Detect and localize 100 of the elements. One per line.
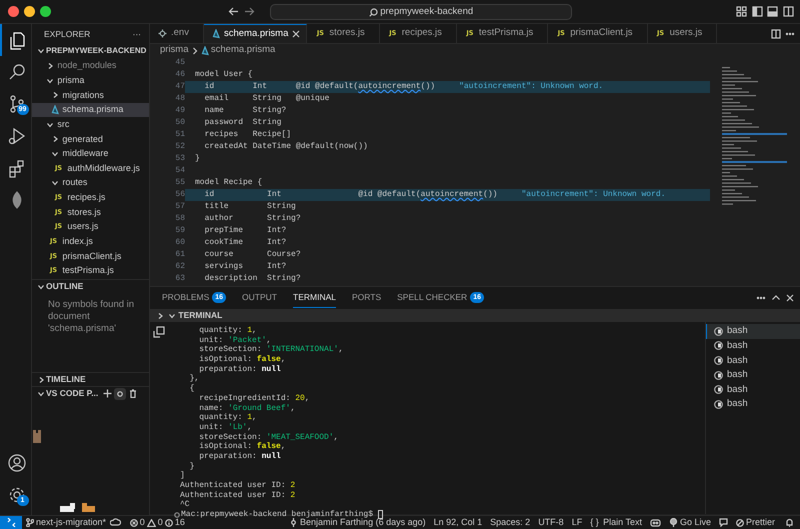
toggle-sidebar-icon[interactable]	[752, 6, 762, 17]
terminal-line: preparation: null	[198, 452, 281, 462]
code-line: model User {	[195, 70, 253, 79]
indentation-button[interactable]: Spaces: 2	[486, 516, 534, 529]
terminal-list-item[interactable]: bash	[706, 324, 800, 339]
trash-icon[interactable]	[128, 389, 137, 398]
line-number: 63	[174, 273, 185, 285]
terminal-list-item[interactable]: bash	[706, 353, 800, 368]
terminal-line: storeSection: 'MEAT_SEAFOOD',	[198, 432, 338, 442]
editor-tab[interactable]: schema.prisma	[204, 24, 308, 43]
section-header[interactable]: TIMELINE	[32, 372, 149, 386]
error-icon	[130, 518, 138, 526]
go-live-button[interactable]: Go Live	[664, 516, 715, 529]
tree-item[interactable]: generated	[32, 132, 149, 147]
account-icon[interactable]	[6, 453, 26, 473]
forward-arrow-icon[interactable]	[244, 6, 255, 17]
section-header[interactable]: VS CODE P...	[32, 386, 149, 400]
terminal-shell-icon	[714, 370, 723, 380]
line-ending-button[interactable]: LF	[568, 516, 586, 529]
terminal-list-item[interactable]: bash	[706, 382, 800, 398]
terminal-shell-icon	[714, 341, 723, 350]
branch-icon	[26, 518, 34, 527]
line-number: 46	[174, 69, 185, 81]
breadcrumb-item[interactable]: prisma	[160, 43, 189, 58]
new-terminal-icon[interactable]	[153, 326, 165, 338]
chevron-down-icon[interactable]	[37, 282, 45, 290]
chevron-down-icon[interactable]	[51, 179, 59, 188]
chevron-down-icon[interactable]	[46, 76, 54, 85]
panel-tab[interactable]: PORTS	[352, 288, 382, 308]
terminal-line: unit: 'Lb',	[198, 422, 252, 433]
chevron-right-icon[interactable]	[37, 376, 45, 384]
chevron-down-icon[interactable]	[46, 120, 54, 129]
line-number: 55	[174, 177, 185, 189]
search-field[interactable]: prepmyweek-backend	[270, 4, 572, 20]
tree-item[interactable]: schema.prisma	[32, 102, 149, 118]
terminal-list-item[interactable]: bash	[706, 338, 800, 354]
chevron-right-icon[interactable]	[46, 62, 54, 70]
code-line: cookTime Int?	[204, 238, 286, 247]
project-header[interactable]: PREPMYWEEK-BACKEND	[32, 44, 149, 59]
chevron-down-icon[interactable]	[37, 390, 45, 398]
line-number: 56	[174, 189, 185, 201]
tree-item[interactable]: src	[32, 117, 149, 132]
tree-item[interactable]: node_modules	[32, 58, 149, 74]
window-control-icon[interactable]	[24, 6, 35, 17]
code-line: recipes Recipe[]	[204, 130, 292, 139]
terminal-line: Authenticated user ID: 2	[180, 481, 296, 491]
diagnostic-message: "autoincrement": Unknown word.	[459, 82, 604, 91]
layout-icon[interactable]	[736, 6, 747, 17]
terminal-line: {	[188, 384, 194, 394]
panel-tab[interactable]: OUTPUT	[242, 288, 277, 308]
chevron-down-icon[interactable]	[51, 150, 59, 158]
chevron-down-icon[interactable]	[168, 312, 176, 320]
chevron-down-icon[interactable]	[37, 47, 45, 56]
add-icon[interactable]	[103, 389, 112, 398]
language-mode-button[interactable]: { } Plain Text	[586, 516, 646, 529]
encoding-button[interactable]: UTF-8	[534, 516, 568, 529]
ball-icon[interactable]	[117, 390, 124, 396]
chevron-right-icon[interactable]	[51, 135, 59, 144]
notifications-icon[interactable]	[785, 518, 794, 527]
remote-button[interactable]	[0, 516, 22, 529]
section-header[interactable]: OUTLINE	[32, 279, 149, 293]
terminal-shell-icon	[714, 326, 723, 336]
panel-tab[interactable]: TERMINAL	[293, 288, 336, 308]
feedback-icon[interactable]	[718, 518, 728, 527]
code-line: email String @unique	[204, 94, 330, 103]
terminal-list-item[interactable]: bash	[706, 397, 800, 412]
split-editor-icon[interactable]	[770, 28, 780, 38]
tree-item[interactable]: prisma	[32, 73, 149, 88]
copilot-icon[interactable]	[650, 518, 661, 527]
tree-item[interactable]: migrations	[32, 88, 149, 103]
toggle-panel-icon[interactable]	[767, 6, 778, 17]
branch-button[interactable]: next-js-migration*	[22, 516, 110, 529]
window-control-icon[interactable]	[40, 6, 50, 17]
code-line: model Recipe {	[195, 178, 262, 187]
close-icon[interactable]	[292, 30, 300, 38]
prettier-button[interactable]: Prettier	[732, 516, 779, 529]
back-arrow-icon[interactable]	[228, 6, 239, 17]
chevron-right-icon[interactable]	[156, 312, 164, 320]
terminal-list-item[interactable]: bash	[706, 368, 800, 383]
prompt-circle-icon	[174, 512, 180, 518]
line-number: 57	[174, 201, 185, 213]
window-control-icon[interactable]	[8, 6, 19, 17]
chevron-right-icon[interactable]	[51, 91, 59, 100]
cat-icon	[32, 430, 42, 444]
terminal-section-header[interactable]: TERMINAL	[168, 309, 222, 322]
chevron-right-icon	[192, 46, 198, 54]
breadcrumb-item[interactable]: schema.prisma	[200, 43, 276, 58]
terminal-shell-icon	[714, 385, 723, 394]
split-layout-icon[interactable]	[783, 6, 794, 17]
tree-item[interactable]: routes	[32, 176, 149, 191]
terminal-shell-icon	[714, 356, 723, 366]
terminal-line: isOptional: false,	[198, 442, 286, 452]
more-actions-button[interactable]: ···	[132, 28, 141, 40]
close-icon[interactable]	[785, 293, 796, 303]
remote-icon	[6, 518, 16, 527]
tree-item[interactable]: middleware	[32, 146, 149, 162]
cursor-position-button[interactable]: Ln 92, Col 1	[430, 516, 486, 529]
terminal-line: ^C	[180, 500, 190, 510]
code-line: }	[195, 154, 200, 163]
code-line: course Course?	[204, 250, 301, 259]
